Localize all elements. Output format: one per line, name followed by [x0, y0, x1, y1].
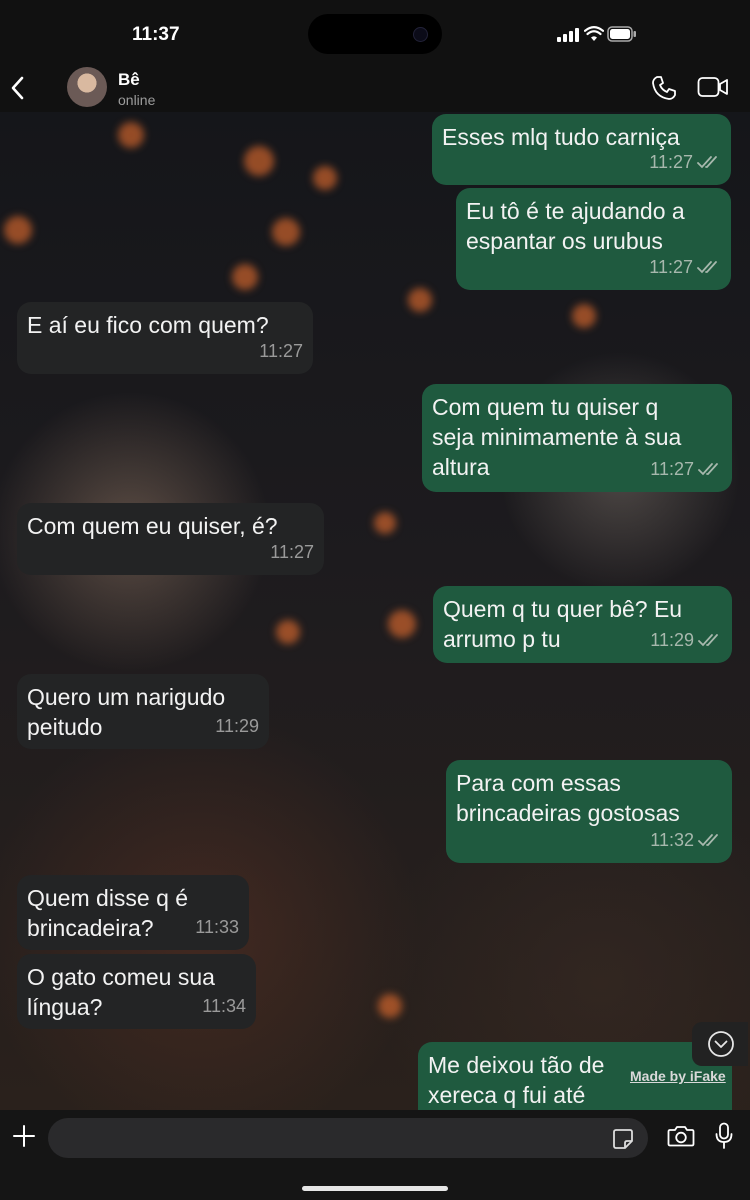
message-meta: 11:27: [649, 147, 721, 177]
message-bubble-incoming[interactable]: Quem disse q é brincadeira? 11:33: [17, 875, 249, 950]
wallpaper-light: [272, 218, 300, 246]
wifi-icon: [584, 26, 604, 41]
message-bubble-incoming[interactable]: Quero um narigudo peitudo 11:29: [17, 674, 269, 749]
wallpaper-light: [408, 288, 432, 312]
watermark-label: Made by iFake: [630, 1068, 726, 1084]
message-time: 11:34: [202, 996, 246, 1016]
phone-icon[interactable]: [651, 75, 677, 101]
contact-name[interactable]: Bê: [118, 70, 140, 90]
status-bar: 11:37: [0, 0, 750, 64]
message-text: Para com essas brincadeiras gostosas: [456, 770, 680, 826]
message-meta: 11:27: [259, 336, 303, 366]
message-time: 11:27: [270, 542, 314, 562]
message-bubble-outgoing[interactable]: Para com essas brincadeiras gostosas 11:…: [446, 760, 732, 863]
message-bubble-outgoing[interactable]: Quem q tu quer bê? Eu arrumo p tu 11:29: [433, 586, 732, 663]
wallpaper-light: [4, 216, 32, 244]
message-time: 11:33: [195, 917, 239, 937]
message-bubble-outgoing[interactable]: Esses mlq tudo carniça 11:27: [432, 114, 731, 185]
wallpaper-light: [374, 512, 396, 534]
dynamic-island: [308, 14, 442, 54]
wallpaper-light: [244, 146, 274, 176]
battery-icon: [607, 26, 636, 42]
read-ticks-icon: [698, 634, 718, 647]
message-meta: 11:32: [650, 825, 722, 855]
plus-icon[interactable]: [12, 1124, 36, 1148]
message-time: 11:32: [650, 830, 694, 850]
scroll-to-bottom-button[interactable]: [692, 1022, 748, 1066]
back-chevron-icon[interactable]: [8, 74, 28, 102]
home-indicator: [302, 1186, 448, 1191]
message-time: 11:27: [259, 341, 303, 361]
microphone-icon[interactable]: [714, 1122, 734, 1150]
scroll-down-icon: [708, 1031, 734, 1057]
message-meta: 11:34: [202, 991, 246, 1021]
message-bubble-incoming[interactable]: Com quem eu quiser, é? 11:27: [17, 503, 324, 575]
message-bubble-incoming[interactable]: O gato comeu sua língua? 11:34: [17, 954, 256, 1029]
wallpaper-light: [388, 610, 416, 638]
camera-icon[interactable]: [667, 1124, 695, 1148]
video-call-icon[interactable]: [697, 76, 729, 98]
contact-avatar[interactable]: [67, 67, 107, 107]
wallpaper-light: [118, 122, 144, 148]
sticker-icon[interactable]: [612, 1128, 634, 1150]
message-bubble-outgoing[interactable]: Eu tô é te ajudando a espantar os urubus…: [456, 188, 731, 290]
message-bubble-incoming[interactable]: E aí eu fico com quem? 11:27: [17, 302, 313, 374]
wallpaper-light: [378, 994, 402, 1018]
status-time: 11:37: [132, 24, 180, 45]
wallpaper-light: [276, 620, 300, 644]
message-meta: 11:33: [195, 912, 239, 942]
wallpaper-light: [313, 166, 337, 190]
read-ticks-icon: [697, 156, 717, 169]
wallpaper-light: [232, 264, 258, 290]
wallpaper-light: [572, 304, 596, 328]
message-time: 11:29: [215, 716, 259, 736]
message-time: 11:27: [650, 459, 694, 479]
message-text: Eu tô é te ajudando a espantar os urubus: [466, 198, 685, 254]
message-meta: 11:27: [649, 252, 721, 282]
message-meta: 11:29: [650, 625, 722, 655]
message-meta: 11:27: [650, 454, 722, 484]
message-meta: 11:29: [215, 711, 259, 741]
message-time: 11:27: [649, 257, 693, 277]
read-ticks-icon: [697, 261, 717, 274]
front-camera: [413, 27, 428, 42]
signal-icon: [557, 28, 579, 42]
chat-header: Bê online: [0, 64, 750, 112]
message-time: 11:29: [650, 630, 694, 650]
message-input[interactable]: [48, 1118, 648, 1158]
message-bubble-outgoing[interactable]: Com quem tu quiser q seja minimamente à …: [422, 384, 732, 492]
read-ticks-icon: [698, 463, 718, 476]
read-ticks-icon: [698, 834, 718, 847]
contact-presence: online: [118, 92, 156, 108]
message-meta: 11:27: [270, 537, 314, 567]
message-time: 11:27: [649, 152, 693, 172]
